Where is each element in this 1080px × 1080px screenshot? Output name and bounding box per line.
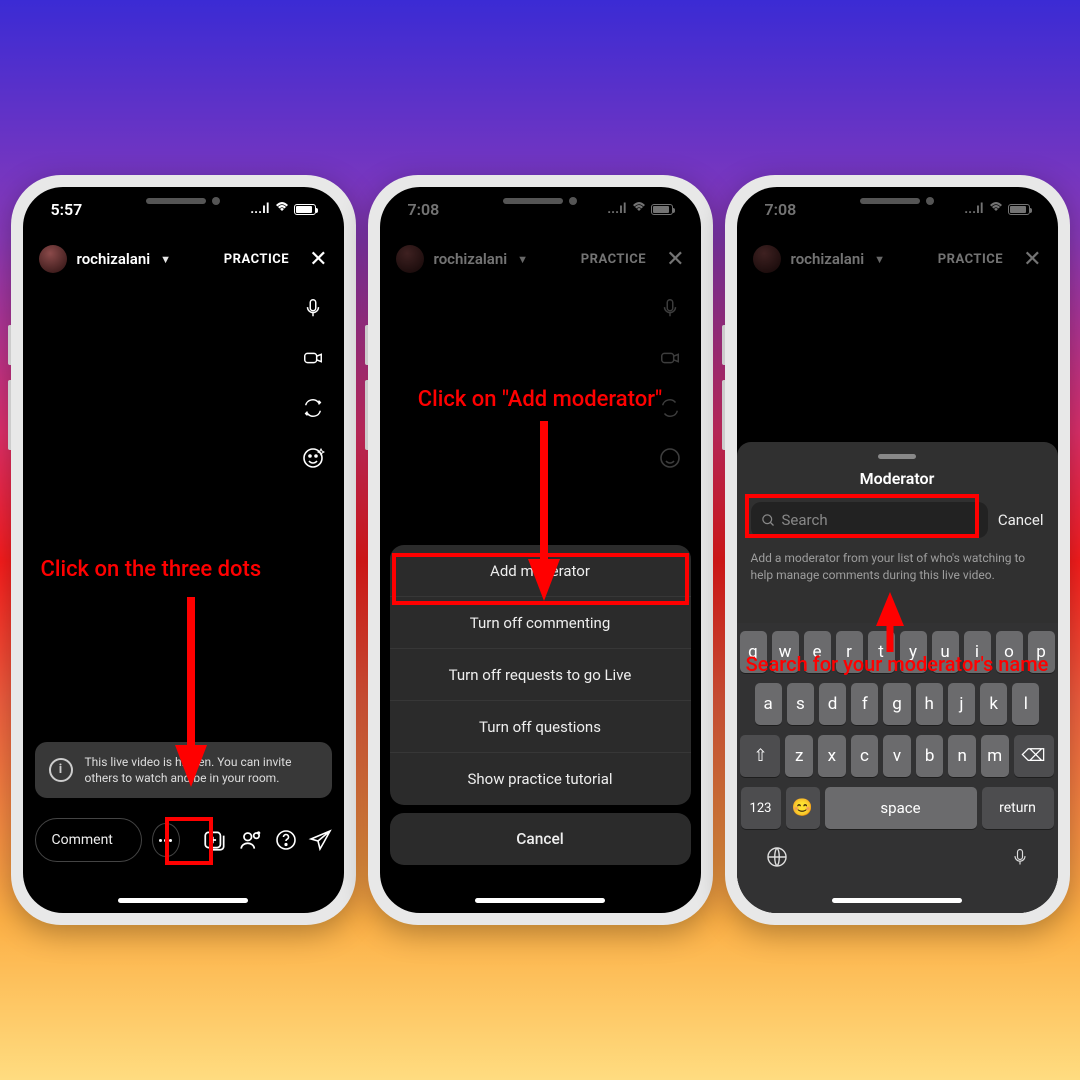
status-bar: 7:08 ...ıl bbox=[737, 187, 1058, 231]
annotation-text-3: Search for your moderator's name bbox=[737, 652, 1058, 676]
key-k[interactable]: k bbox=[980, 683, 1007, 725]
search-cancel[interactable]: Cancel bbox=[998, 511, 1044, 529]
key-d[interactable]: d bbox=[819, 683, 846, 725]
wifi-icon bbox=[988, 201, 1004, 217]
globe-icon[interactable] bbox=[765, 845, 789, 873]
avatar bbox=[753, 245, 781, 273]
key-m[interactable]: m bbox=[981, 735, 1009, 777]
practice-badge: PRACTICE bbox=[224, 252, 289, 267]
avatar[interactable] bbox=[39, 245, 67, 273]
status-bar: 7:08 ...ıl bbox=[380, 187, 701, 231]
mic-icon[interactable] bbox=[300, 295, 326, 321]
invite-guest-icon[interactable] bbox=[238, 826, 264, 854]
moderator-modal: Moderator Search Cancel Add a moderator … bbox=[737, 442, 1058, 913]
annotation-text-2: Click on "Add moderator" bbox=[380, 387, 701, 413]
face-filter-icon[interactable] bbox=[300, 445, 326, 471]
username-label: rochizalani bbox=[434, 250, 508, 268]
info-icon: i bbox=[49, 758, 73, 782]
cellular-icon: ...ıl bbox=[964, 201, 983, 217]
practice-badge: PRACTICE bbox=[938, 252, 1003, 267]
status-bar: 5:57 ...ıl bbox=[23, 187, 344, 231]
key-space[interactable]: space bbox=[825, 787, 977, 829]
chevron-down-icon: ▼ bbox=[517, 253, 528, 266]
close-icon[interactable]: ✕ bbox=[309, 247, 327, 272]
key-l[interactable]: l bbox=[1012, 683, 1039, 725]
avatar bbox=[396, 245, 424, 273]
highlight-box-search bbox=[745, 494, 979, 538]
key-n[interactable]: n bbox=[948, 735, 976, 777]
key-s[interactable]: s bbox=[787, 683, 814, 725]
question-icon[interactable] bbox=[274, 826, 298, 854]
username-label: rochizalani bbox=[791, 250, 865, 268]
switch-camera-icon[interactable] bbox=[300, 395, 326, 421]
key-j[interactable]: j bbox=[948, 683, 975, 725]
live-header: rochizalani ▼ PRACTICE ✕ bbox=[380, 237, 701, 281]
sheet-grabber[interactable] bbox=[878, 454, 916, 459]
annotation-text-1: Click on the three dots bbox=[41, 557, 262, 583]
face-filter-icon bbox=[657, 445, 683, 471]
key-g[interactable]: g bbox=[883, 683, 910, 725]
phone-2: 7:08 ...ıl rochizalani ▼ PRACTICE ✕ bbox=[368, 175, 713, 925]
key-c[interactable]: c bbox=[851, 735, 879, 777]
key-h[interactable]: h bbox=[916, 683, 943, 725]
mic-icon bbox=[657, 295, 683, 321]
close-icon: ✕ bbox=[1023, 247, 1041, 272]
sheet-turn-off-requests[interactable]: Turn off requests to go Live bbox=[390, 649, 691, 701]
live-header: rochizalani ▼ PRACTICE ✕ bbox=[23, 237, 344, 281]
status-time: 7:08 bbox=[765, 200, 797, 219]
sheet-cancel[interactable]: Cancel bbox=[390, 813, 691, 865]
key-123[interactable]: 123 bbox=[741, 787, 781, 829]
key-x[interactable]: x bbox=[818, 735, 846, 777]
key-v[interactable]: v bbox=[883, 735, 911, 777]
home-indicator[interactable] bbox=[475, 898, 605, 903]
status-time: 5:57 bbox=[51, 200, 83, 219]
key-b[interactable]: b bbox=[916, 735, 944, 777]
wifi-icon bbox=[631, 201, 647, 217]
username-label[interactable]: rochizalani bbox=[77, 250, 151, 268]
share-icon[interactable] bbox=[308, 826, 332, 854]
modal-title: Moderator bbox=[751, 469, 1044, 488]
key-emoji[interactable]: 😊 bbox=[786, 787, 820, 829]
key-z[interactable]: z bbox=[785, 735, 813, 777]
phone-3: 7:08 ...ıl rochizalani ▼ PRACTICE ✕ Mode… bbox=[725, 175, 1070, 925]
phone-1: 5:57 ...ıl rochizalani ▼ PRACTICE ✕ bbox=[11, 175, 356, 925]
live-header: rochizalani ▼ PRACTICE ✕ bbox=[737, 237, 1058, 281]
status-time: 7:08 bbox=[408, 200, 440, 219]
practice-badge: PRACTICE bbox=[581, 252, 646, 267]
key-a[interactable]: a bbox=[755, 683, 782, 725]
home-indicator[interactable] bbox=[832, 898, 962, 903]
sheet-turn-off-questions[interactable]: Turn off questions bbox=[390, 701, 691, 753]
home-indicator[interactable] bbox=[118, 898, 248, 903]
wifi-icon bbox=[274, 201, 290, 217]
cellular-icon: ...ıl bbox=[250, 201, 269, 217]
chevron-down-icon[interactable]: ▼ bbox=[160, 253, 171, 266]
sheet-show-tutorial[interactable]: Show practice tutorial bbox=[390, 753, 691, 805]
close-icon: ✕ bbox=[666, 247, 684, 272]
battery-icon bbox=[1008, 204, 1030, 215]
keyboard-mic-icon[interactable] bbox=[1010, 845, 1030, 873]
highlight-box-dots bbox=[165, 817, 213, 865]
key-⇧[interactable]: ⇧ bbox=[740, 735, 780, 777]
chevron-down-icon: ▼ bbox=[874, 253, 885, 266]
modal-description: Add a moderator from your list of who's … bbox=[751, 550, 1044, 584]
cellular-icon: ...ıl bbox=[607, 201, 626, 217]
battery-icon bbox=[294, 204, 316, 215]
key-f[interactable]: f bbox=[851, 683, 878, 725]
video-icon[interactable] bbox=[300, 345, 326, 371]
key-⌫[interactable]: ⌫ bbox=[1014, 735, 1054, 777]
battery-icon bbox=[651, 204, 673, 215]
comment-input[interactable]: Comment bbox=[35, 818, 143, 862]
key-return[interactable]: return bbox=[982, 787, 1054, 829]
video-icon bbox=[657, 345, 683, 371]
